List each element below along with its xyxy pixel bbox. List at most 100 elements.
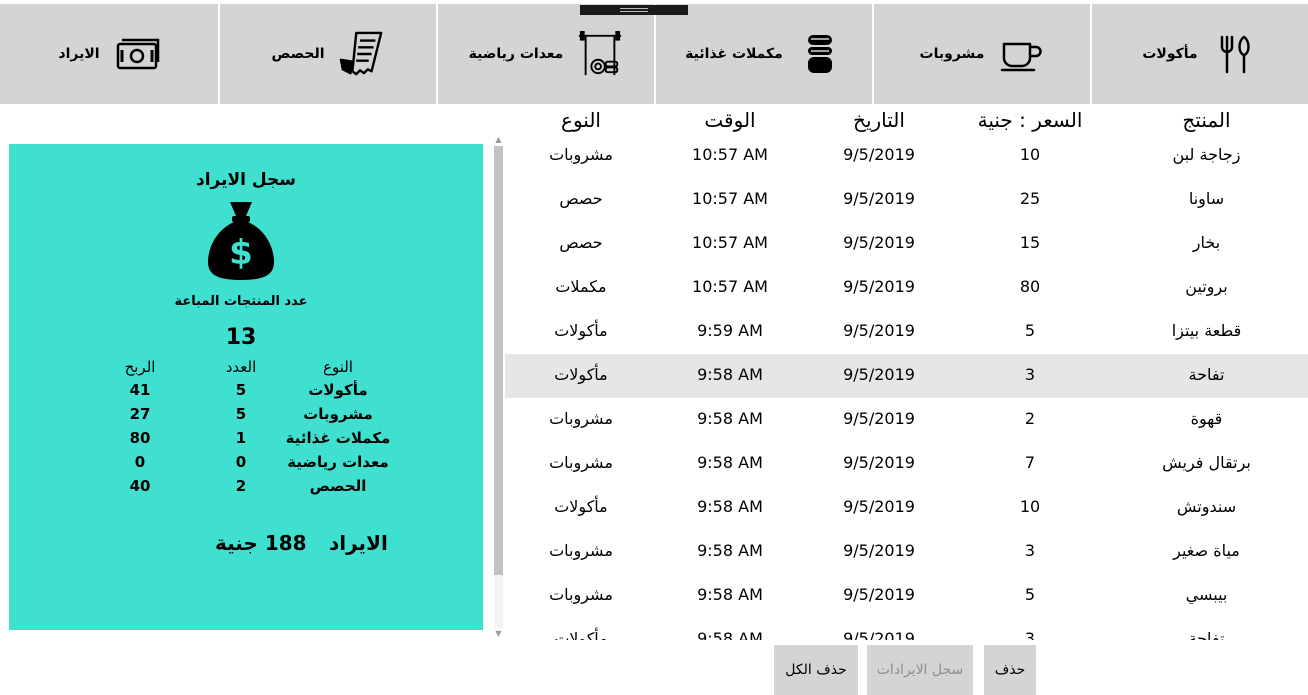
cell-type: مشروبات xyxy=(549,145,613,164)
sales-table-body[interactable]: مشروبات 10:57 AM 9/5/2019 10 زجاجة لبن حصص 10:… xyxy=(505,134,1308,640)
table-row[interactable]: مأكولات 9:58 AM 9/5/2019 3 تفاحة xyxy=(505,354,1308,398)
table-row[interactable]: مشروبات 9:58 AM 9/5/2019 2 قهوة xyxy=(505,398,1308,442)
table-row[interactable]: حصص 10:57 AM 9/5/2019 25 ساونا xyxy=(505,178,1308,222)
drawer-handle[interactable] xyxy=(580,5,688,15)
cell-product: تفاحة xyxy=(1188,629,1225,640)
table-row[interactable]: مشروبات 9:58 AM 9/5/2019 5 بيبسي xyxy=(505,574,1308,618)
stats-cell-type: معدات رياضية xyxy=(287,453,389,471)
header-price[interactable]: السعر : جنية xyxy=(955,108,1105,132)
cell-time: 10:57 AM xyxy=(692,189,768,208)
cell-product: برتقال فريش xyxy=(1162,453,1251,472)
cell-product: بخار xyxy=(1192,233,1221,252)
cell-time: 9:58 AM xyxy=(697,541,763,560)
scroll-thumb[interactable] xyxy=(494,146,503,575)
handle-grip-line xyxy=(620,8,648,9)
stats-cell-type: مكملات غذائية xyxy=(285,429,391,447)
cell-time: 9:58 AM xyxy=(697,629,763,640)
cell-type: مشروبات xyxy=(549,409,613,428)
cell-date: 9/5/2019 xyxy=(843,189,915,208)
cell-type: مشروبات xyxy=(549,453,613,472)
cell-type: مكملات xyxy=(555,277,607,296)
nav-tile-food[interactable]: مأكولات xyxy=(1090,4,1308,104)
cell-type: مأكولات xyxy=(554,629,608,640)
header-date[interactable]: التاريخ xyxy=(803,108,955,132)
cell-date: 9/5/2019 xyxy=(843,497,915,516)
cell-type: مشروبات xyxy=(549,585,613,604)
income-label: الايراد xyxy=(329,531,388,555)
nav-label: مكملات غذائية xyxy=(685,46,783,62)
money-bag-icon: $ xyxy=(208,202,274,280)
cell-time: 10:57 AM xyxy=(692,277,768,296)
cell-date: 9/5/2019 xyxy=(843,277,915,296)
delete-all-button[interactable]: حذف الكل xyxy=(774,645,858,695)
cell-date: 9/5/2019 xyxy=(843,145,915,164)
supplement-jar-icon xyxy=(797,31,843,77)
cell-time: 9:58 AM xyxy=(697,453,763,472)
stats-header-profit: الربح xyxy=(124,358,156,376)
stats-cell-count: 2 xyxy=(235,477,247,495)
table-row[interactable]: مأكولات 9:58 AM 9/5/2019 3 تفاحة xyxy=(505,618,1308,640)
income-log-panel: سجل الايراد $ عدد المنتجات المباعة 13 ال… xyxy=(9,144,483,630)
cell-time: 9:58 AM xyxy=(697,585,763,604)
cell-price: 10 xyxy=(1019,497,1041,516)
income-value: 188 جنية xyxy=(215,531,307,555)
cell-date: 9/5/2019 xyxy=(843,453,915,472)
category-nav: مأكولات مشروبات مكملات غذائية معدات رياض… xyxy=(0,4,1308,104)
cell-price: 10 xyxy=(1019,145,1041,164)
table-row[interactable]: مأكولات 9:58 AM 9/5/2019 10 سندوتش xyxy=(505,486,1308,530)
cell-price: 80 xyxy=(1019,277,1041,296)
table-row[interactable]: مشروبات 9:58 AM 9/5/2019 3 مياة صغير xyxy=(505,530,1308,574)
cell-date: 9/5/2019 xyxy=(843,629,915,640)
cell-date: 9/5/2019 xyxy=(843,321,915,340)
nav-tile-equipment[interactable]: معدات رياضية xyxy=(436,4,654,104)
cell-time: 10:57 AM xyxy=(692,233,768,252)
stats-cell-profit: 0 xyxy=(134,453,146,471)
cell-time: 9:58 AM xyxy=(697,409,763,428)
panel-title: سجل الايراد xyxy=(195,170,297,190)
nav-label: مشروبات xyxy=(919,46,985,62)
table-row[interactable]: مأكولات 9:59 AM 9/5/2019 5 قطعة بيتزا xyxy=(505,310,1308,354)
cell-product: ساونا xyxy=(1188,189,1225,208)
nav-label: الايراد xyxy=(58,46,100,62)
cell-price: 5 xyxy=(1024,321,1036,340)
table-row[interactable]: حصص 10:57 AM 9/5/2019 15 بخار xyxy=(505,222,1308,266)
cell-product: بيبسي xyxy=(1185,585,1228,604)
cell-product: زجاجة لبن xyxy=(1172,145,1241,164)
header-time[interactable]: الوقت xyxy=(657,108,803,132)
table-row[interactable]: مشروبات 9:58 AM 9/5/2019 7 برتقال فريش xyxy=(505,442,1308,486)
stats-header-type: النوع xyxy=(323,358,353,376)
cell-price: 7 xyxy=(1024,453,1036,472)
header-type[interactable]: النوع xyxy=(505,108,657,132)
coffee-cup-icon xyxy=(998,31,1044,77)
cell-price: 3 xyxy=(1024,365,1036,384)
table-scrollbar[interactable]: ▲ ▼ xyxy=(492,134,505,640)
cell-date: 9/5/2019 xyxy=(843,585,915,604)
cell-time: 9:58 AM xyxy=(697,497,763,516)
cell-type: مشروبات xyxy=(549,541,613,560)
cell-date: 9/5/2019 xyxy=(843,541,915,560)
income-log-button[interactable]: سجل الايرادات xyxy=(867,645,973,695)
scroll-down-arrow-icon[interactable]: ▼ xyxy=(492,628,505,640)
header-product[interactable]: المنتج xyxy=(1105,108,1308,132)
svg-text:$: $ xyxy=(229,233,253,273)
scroll-track[interactable] xyxy=(494,146,503,628)
fork-knife-icon xyxy=(1212,31,1258,77)
nav-tile-supplements[interactable]: مكملات غذائية xyxy=(654,4,872,104)
nav-tile-sessions[interactable]: الحصص xyxy=(218,4,436,104)
cell-product: قهوة xyxy=(1190,409,1223,428)
cell-price: 2 xyxy=(1024,409,1036,428)
cell-type: حصص xyxy=(559,189,603,208)
table-row[interactable]: مشروبات 10:57 AM 9/5/2019 10 زجاجة لبن xyxy=(505,134,1308,178)
stats-cell-profit: 27 xyxy=(129,405,151,423)
nav-tile-drinks[interactable]: مشروبات xyxy=(872,4,1090,104)
cash-icon xyxy=(114,31,160,77)
delete-button[interactable]: حذف xyxy=(984,645,1036,695)
table-row[interactable]: مكملات 10:57 AM 9/5/2019 80 بروتين xyxy=(505,266,1308,310)
nav-tile-income[interactable]: الايراد xyxy=(0,4,218,104)
cell-date: 9/5/2019 xyxy=(843,409,915,428)
stats-cell-profit: 41 xyxy=(129,381,151,399)
cell-product: مياة صغير xyxy=(1173,541,1240,560)
stats-cell-profit: 40 xyxy=(129,477,151,495)
stats-cell-count: 5 xyxy=(235,405,247,423)
scroll-up-arrow-icon[interactable]: ▲ xyxy=(492,134,505,146)
